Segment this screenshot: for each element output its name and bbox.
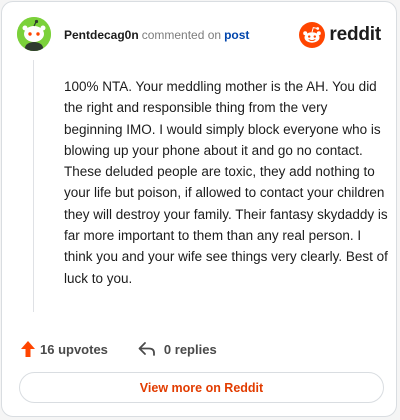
- comment-action-text: commented on: [141, 28, 222, 42]
- comment-body: 100% NTA. Your meddling mother is the AH…: [64, 79, 388, 286]
- post-link[interactable]: post: [224, 28, 249, 42]
- upvote-button[interactable]: 16 upvotes: [20, 340, 108, 358]
- reddit-wordmark: reddit: [329, 24, 381, 45]
- view-more-button[interactable]: View more on Reddit: [19, 372, 384, 403]
- username-link[interactable]: Pentdecag0n: [64, 28, 139, 42]
- embedded-comment-card: Pentdecag0n commented on post reddit 100% …: [1, 1, 397, 417]
- reddit-logo[interactable]: reddit: [299, 22, 381, 48]
- avatar[interactable]: [17, 17, 51, 51]
- reply-count: 0 replies: [163, 341, 217, 357]
- reddit-alien-icon: [299, 22, 326, 48]
- thread-line: [33, 60, 34, 312]
- view-more-label: View more on Reddit: [139, 380, 264, 395]
- upvote-arrow-icon: [21, 341, 35, 357]
- comment-header: Pentdecag0n commented on post: [64, 27, 249, 43]
- upvote-count: 16 upvotes: [40, 341, 108, 357]
- reply-button[interactable]: 0 replies: [138, 341, 217, 357]
- reply-arrow-icon: [138, 342, 155, 356]
- snoo-avatar-icon: [17, 17, 51, 51]
- comment-actions: 16 upvotes 0 replies: [20, 338, 217, 360]
